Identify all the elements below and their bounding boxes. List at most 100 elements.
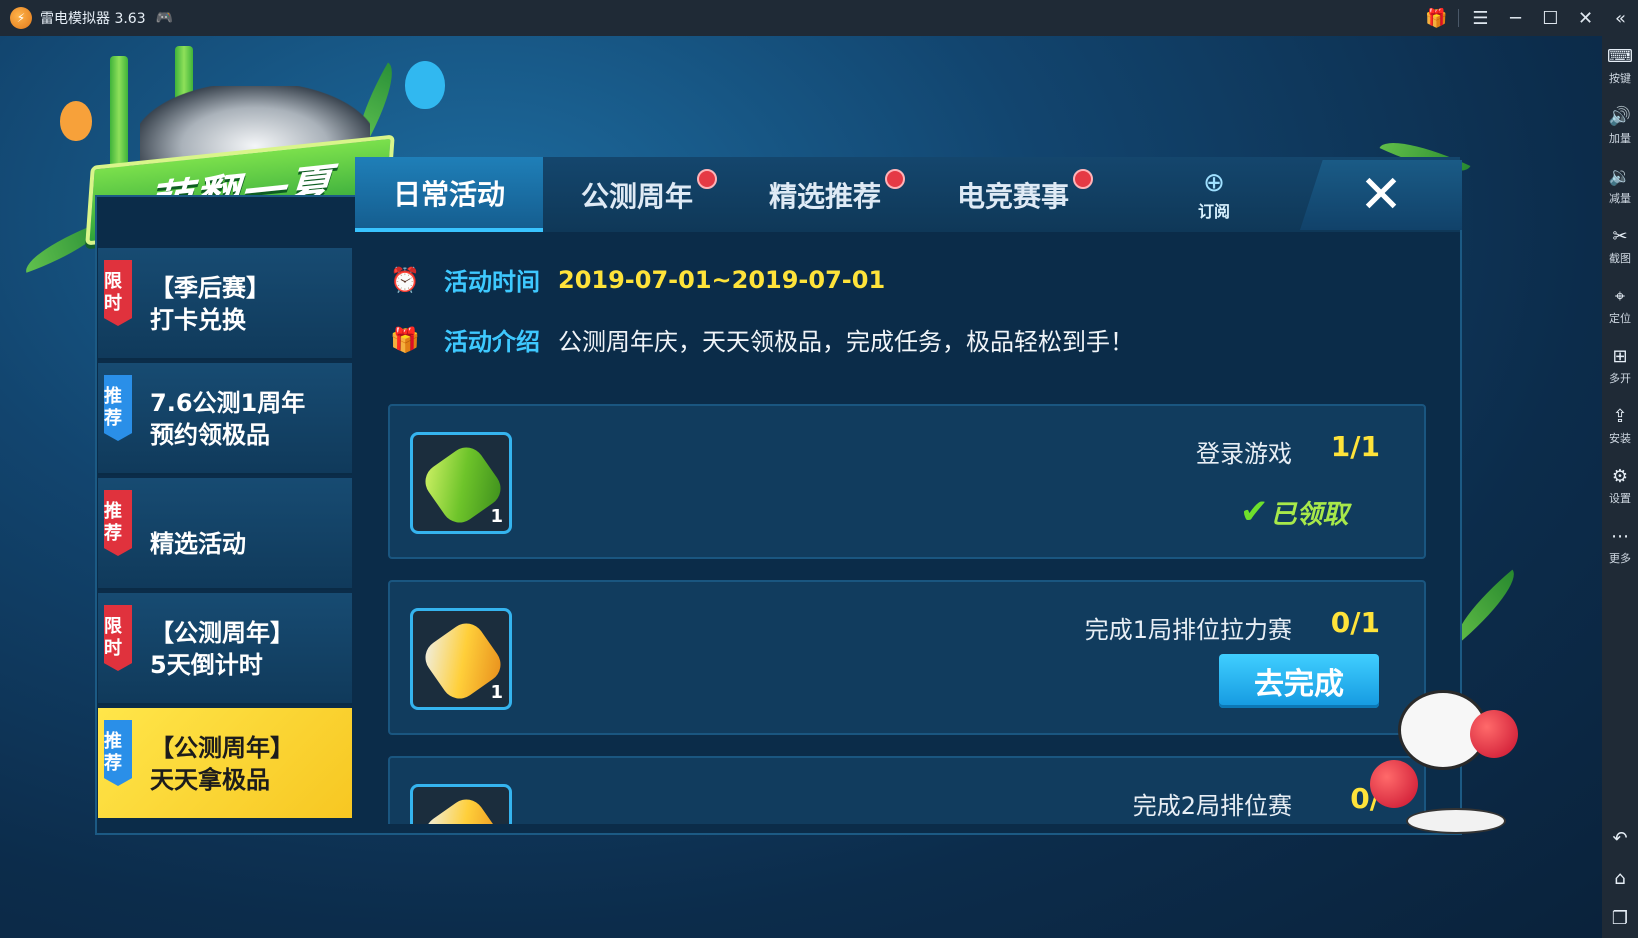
go-complete-button[interactable]: 去完成 <box>1219 654 1379 708</box>
window-title: 雷电模拟器 3.63 <box>40 11 146 27</box>
gamepad-icon[interactable]: 🎮 <box>156 10 173 26</box>
sidebar-item-more[interactable]: ⋯ 更多 <box>1602 516 1638 576</box>
tab-label: 日常活动 <box>393 177 506 211</box>
gear-icon: ⚙ <box>1611 466 1629 487</box>
reward-slot[interactable]: 1 <box>410 432 512 534</box>
mascot-base <box>1406 808 1506 834</box>
task-card: 1 完成1局排位拉力赛 0/1 去完成 <box>388 580 1426 735</box>
sidebar-item-install[interactable]: ⇪ 安装 <box>1602 396 1638 456</box>
activity-subtitle: 预约领极品 <box>150 421 270 449</box>
sidebar-item-label: 设置 <box>1609 492 1631 505</box>
activity-subtitle: 5天倒计时 <box>150 651 263 679</box>
subscribe-icon: ⊕ <box>1203 168 1225 198</box>
gift-icon[interactable]: 🎁 <box>1419 0 1454 36</box>
notification-dot <box>697 169 718 189</box>
boxing-glove <box>1470 710 1518 758</box>
sidebar-item-label: 按键 <box>1609 72 1631 85</box>
checkmark-icon: ✔ <box>1240 492 1269 532</box>
boxing-glove <box>1370 760 1418 808</box>
tab-featured[interactable]: 精选推荐 <box>731 157 919 232</box>
list-item[interactable]: 推荐 精选活动 <box>98 478 352 590</box>
tag-text: 推荐 <box>104 386 122 429</box>
task-progress: 1/1 <box>1330 430 1380 463</box>
more-icon: ⋯ <box>1611 526 1629 547</box>
app-logo-icon: ⚡ <box>10 7 32 29</box>
task-list: 1 登录游戏 1/1 ✔已领取 1 完成1局排位拉力赛 0/1 去完成 完成2局… <box>388 404 1426 824</box>
recents-icon[interactable]: ❐ <box>1602 898 1638 938</box>
reward-quantity: 1 <box>490 682 503 703</box>
limited-tag: 限时 <box>104 605 132 671</box>
intro-label: 活动介绍 <box>444 328 540 356</box>
close-panel-button[interactable]: ✕ <box>1300 160 1462 230</box>
intro-value: 公测周年庆，天天领极品，完成任务，极品轻松到手！ <box>558 328 1134 356</box>
task-name: 完成1局排位拉力赛 <box>1084 616 1292 644</box>
limited-tag: 限时 <box>104 260 132 326</box>
gold-battery-icon <box>418 792 508 824</box>
recommend-tag: 推荐 <box>104 375 132 441</box>
tab-esports[interactable]: 电竞赛事 <box>919 157 1107 232</box>
scissors-icon: ✂ <box>1612 226 1628 247</box>
tag-text: 限时 <box>104 616 122 659</box>
back-icon[interactable]: ↶ <box>1602 818 1638 858</box>
alarm-clock-icon: ⏰ <box>390 265 420 294</box>
tab-anniversary[interactable]: 公测周年 <box>543 157 731 232</box>
panda-mascot-illustration <box>1370 690 1520 840</box>
gift-box-icon: 🎁 <box>390 325 420 354</box>
notification-dot <box>1073 169 1094 189</box>
activity-title: 【季后赛】 <box>150 274 270 302</box>
home-icon[interactable]: ⌂ <box>1602 858 1638 898</box>
reward-slot[interactable]: 1 <box>410 608 512 710</box>
activity-subtitle: 天天拿极品 <box>150 766 270 794</box>
activity-intro-row: 🎁 活动介绍 公测周年庆，天天领极品，完成任务，极品轻松到手！ <box>390 322 1134 357</box>
bamboo-stalk-decoration <box>110 56 128 176</box>
activity-tabs: 日常活动 公测周年 精选推荐 电竞赛事 <box>355 157 1460 232</box>
tab-daily[interactable]: 日常活动 <box>355 157 544 232</box>
sidebar-item-label: 安装 <box>1609 432 1631 445</box>
tab-label: 电竞赛事 <box>957 179 1070 213</box>
sidebar-item-settings[interactable]: ⚙ 设置 <box>1602 456 1638 516</box>
balloon-decoration <box>60 101 92 141</box>
reward-slot[interactable] <box>410 784 512 824</box>
task-card: 完成2局排位赛 0/ <box>388 756 1426 824</box>
time-value: 2019-07-01~2019-07-01 <box>558 265 886 294</box>
tag-text: 推荐 <box>104 731 122 774</box>
tag-text: 限时 <box>104 271 122 314</box>
list-item[interactable]: 推荐 7.6公测1周年 预约领极品 <box>98 363 352 475</box>
close-icon[interactable]: ✕ <box>1568 0 1603 36</box>
time-label: 活动时间 <box>444 268 540 296</box>
subscribe-button[interactable]: ⊕ 订阅 <box>1190 168 1238 222</box>
sidebar-item-location[interactable]: ⌖ 定位 <box>1602 276 1638 336</box>
sidebar-item-volume-up[interactable]: 🔊 加量 <box>1602 96 1638 156</box>
task-card: 1 登录游戏 1/1 ✔已领取 <box>388 404 1426 559</box>
volume-down-icon: 🔉 <box>1608 166 1632 187</box>
titlebar-divider <box>1458 9 1459 27</box>
activity-title: 【公测周年】 <box>150 734 294 762</box>
minimize-icon[interactable]: ─ <box>1498 0 1533 36</box>
recommend-tag: 推荐 <box>104 720 132 786</box>
task-progress: 0/1 <box>1330 606 1380 639</box>
notification-dot <box>885 169 906 189</box>
sidebar-item-label: 截图 <box>1609 252 1631 265</box>
emulator-titlebar: ⚡ 雷电模拟器 3.63 🎮 🎁 ☰ ─ ☐ ✕ « <box>0 0 1638 36</box>
reward-quantity: 1 <box>490 506 503 527</box>
activity-list: 限时 【季后赛】 打卡兑换 推荐 7.6公测1周年 预约领极品 推荐 精选活动 限时… <box>98 248 352 835</box>
sidebar-item-screenshot[interactable]: ✂ 截图 <box>1602 216 1638 276</box>
task-name: 登录游戏 <box>1196 440 1292 468</box>
list-item[interactable]: 限时 【季后赛】 打卡兑换 <box>98 248 352 360</box>
apk-install-icon: ⇪ <box>1612 406 1628 427</box>
tab-label: 精选推荐 <box>769 179 882 213</box>
sidebar-item-multi[interactable]: ⊞ 多开 <box>1602 336 1638 396</box>
close-x-icon: ✕ <box>1359 165 1403 225</box>
button-label: 去完成 <box>1254 667 1344 702</box>
list-item[interactable]: 限时 【公测周年】 5天倒计时 <box>98 593 352 705</box>
collapse-icon[interactable]: « <box>1603 0 1638 36</box>
menu-icon[interactable]: ☰ <box>1463 0 1498 36</box>
sidebar-item-keys[interactable]: ⌨ 按键 <box>1602 36 1638 96</box>
activity-title: 精选活动 <box>150 530 246 558</box>
sidebar-item-volume-down[interactable]: 🔉 减量 <box>1602 156 1638 216</box>
activity-title: 7.6公测1周年 <box>150 389 306 417</box>
activity-title: 【公测周年】 <box>150 619 294 647</box>
maximize-icon[interactable]: ☐ <box>1533 0 1568 36</box>
claimed-badge: ✔已领取 <box>1240 492 1349 532</box>
list-item-selected[interactable]: 推荐 【公测周年】 天天拿极品 <box>98 708 352 820</box>
